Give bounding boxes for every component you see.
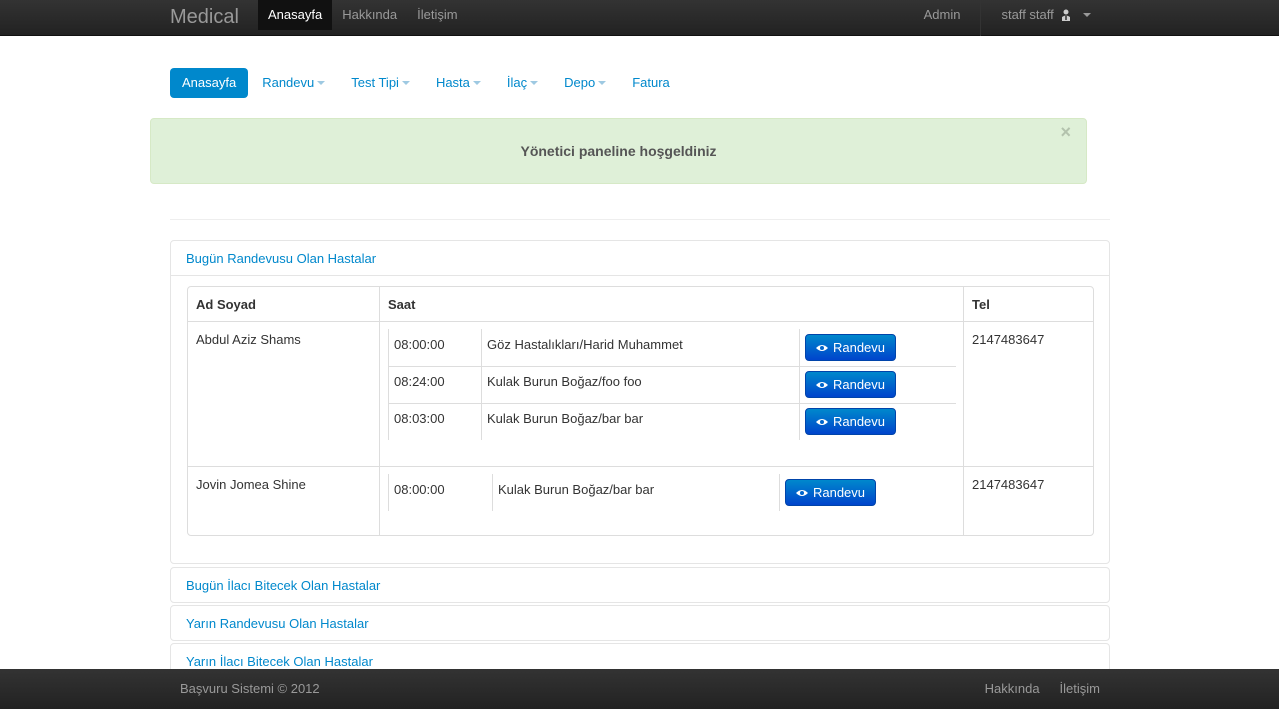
appointment-time: 08:00:00 [394, 482, 445, 497]
appointment-desc: Kulak Burun Boğaz/foo foo [487, 374, 642, 389]
appointment-desc: Göz Hastalıkları/Harid Muhammet [487, 337, 683, 352]
column-header-phone: Tel [972, 297, 990, 312]
accordion-header[interactable]: Yarın Randevusu Olan Hastalar [171, 606, 1109, 641]
footer-copyright: Başvuru Sistemi © 2012 [180, 681, 320, 696]
grid-line [799, 329, 800, 440]
appointment-desc: Kulak Burun Boğaz/bar bar [498, 482, 655, 497]
nav-divider [980, 0, 982, 36]
accordion-header[interactable]: Bugün Randevusu Olan Hastalar [171, 241, 1109, 276]
pill-label: Test Tipi [351, 75, 399, 90]
top-navbar: Medical Anasayfa Hakkında İletişim Admin… [0, 0, 1279, 36]
column-header-time: Saat [388, 297, 416, 312]
topnav-about[interactable]: Hakkında [332, 0, 407, 30]
admin-link[interactable]: Admin [914, 0, 971, 30]
appointment-time: 08:03:00 [394, 411, 445, 426]
button-label: Randevu [832, 414, 886, 429]
chevron-down-icon [317, 81, 326, 85]
user-name: staff staff [1001, 7, 1054, 22]
footer-links: Hakkında İletişim [965, 669, 1100, 709]
grid-line [188, 466, 1093, 467]
chevron-down-icon [1083, 13, 1091, 17]
pill-label: Hasta [435, 75, 470, 90]
pill-label: Randevu [262, 75, 315, 90]
grid-line [481, 329, 482, 440]
grid-line [963, 287, 964, 536]
eye-icon [795, 490, 808, 496]
brand-logo[interactable]: Medical [170, 3, 239, 31]
user-icon [1062, 9, 1071, 21]
appointment-desc: Kulak Burun Boğaz/bar bar [487, 411, 644, 426]
pill-test-type[interactable]: Test Tipi [339, 68, 422, 98]
welcome-alert: Yönetici paneline hoşgeldiniz × [150, 118, 1087, 184]
top-nav: Anasayfa Hakkında İletişim [258, 0, 468, 30]
grid-line [188, 321, 1093, 322]
grid-line [379, 287, 380, 536]
grid-line [388, 403, 956, 404]
appointment-button[interactable]: Randevu [785, 479, 876, 506]
appointment-button[interactable]: Randevu [805, 371, 896, 398]
pill-warehouse[interactable]: Depo [552, 68, 618, 98]
button-label: Randevu [832, 377, 886, 392]
user-menu[interactable]: staff staff [991, 0, 1101, 30]
pill-appointment[interactable]: Randevu [250, 68, 337, 98]
footer: Başvuru Sistemi © 2012 Hakkında İletişim [0, 669, 1279, 709]
appointments-table: Ad Soyad Saat Tel Abdul Aziz Shams 21474… [187, 286, 1094, 536]
appointment-time: 08:00:00 [394, 337, 445, 352]
pill-invoice[interactable]: Fatura [620, 68, 682, 98]
close-icon[interactable]: × [1060, 119, 1071, 145]
grid-line [492, 474, 493, 511]
grid-line [388, 474, 389, 511]
chevron-down-icon [401, 81, 410, 85]
main-pills-nav: Anasayfa Randevu Test Tipi Hasta İlaç De… [170, 68, 684, 98]
eye-icon [815, 345, 828, 351]
footer-link-contact[interactable]: İletişim [1060, 669, 1100, 709]
patient-name: Jovin Jomea Shine [196, 477, 306, 492]
appointment-time: 08:24:00 [394, 374, 445, 389]
grid-line [388, 366, 956, 367]
eye-icon [815, 419, 828, 425]
chevron-down-icon [598, 81, 607, 85]
divider [170, 219, 1110, 220]
column-header-name: Ad Soyad [196, 297, 256, 312]
accordion-tomorrow-appointments: Yarın Randevusu Olan Hastalar [170, 605, 1110, 641]
alert-message: Yönetici paneline hoşgeldiniz [520, 143, 717, 159]
button-label: Randevu [832, 340, 886, 355]
patient-phone: 2147483647 [972, 332, 1045, 347]
chevron-down-icon [530, 81, 539, 85]
pill-patient[interactable]: Hasta [424, 68, 493, 98]
patient-phone: 2147483647 [972, 477, 1045, 492]
pill-home[interactable]: Anasayfa [170, 68, 249, 98]
top-right-nav: Admin staff staff [914, 0, 1101, 36]
pill-label: Depo [564, 75, 596, 90]
grid-line [779, 474, 780, 511]
accordion-header[interactable]: Bugün İlacı Bitecek Olan Hastalar [171, 568, 1109, 603]
topnav-contact[interactable]: İletişim [407, 0, 467, 30]
patient-name: Abdul Aziz Shams [196, 332, 301, 347]
appointment-button[interactable]: Randevu [805, 334, 896, 361]
grid-line [388, 329, 389, 440]
accordion-today-appointments: Bugün Randevusu Olan Hastalar Ad Soyad S… [170, 240, 1110, 564]
eye-icon [815, 382, 828, 388]
footer-link-about[interactable]: Hakkında [985, 669, 1040, 709]
appointment-button[interactable]: Randevu [805, 408, 896, 435]
pill-label: İlaç [506, 75, 528, 90]
chevron-down-icon [472, 81, 481, 85]
topnav-home[interactable]: Anasayfa [258, 0, 333, 30]
accordion-today-medicine: Bugün İlacı Bitecek Olan Hastalar [170, 567, 1110, 603]
pill-medicine[interactable]: İlaç [495, 68, 550, 98]
button-label: Randevu [812, 485, 866, 500]
